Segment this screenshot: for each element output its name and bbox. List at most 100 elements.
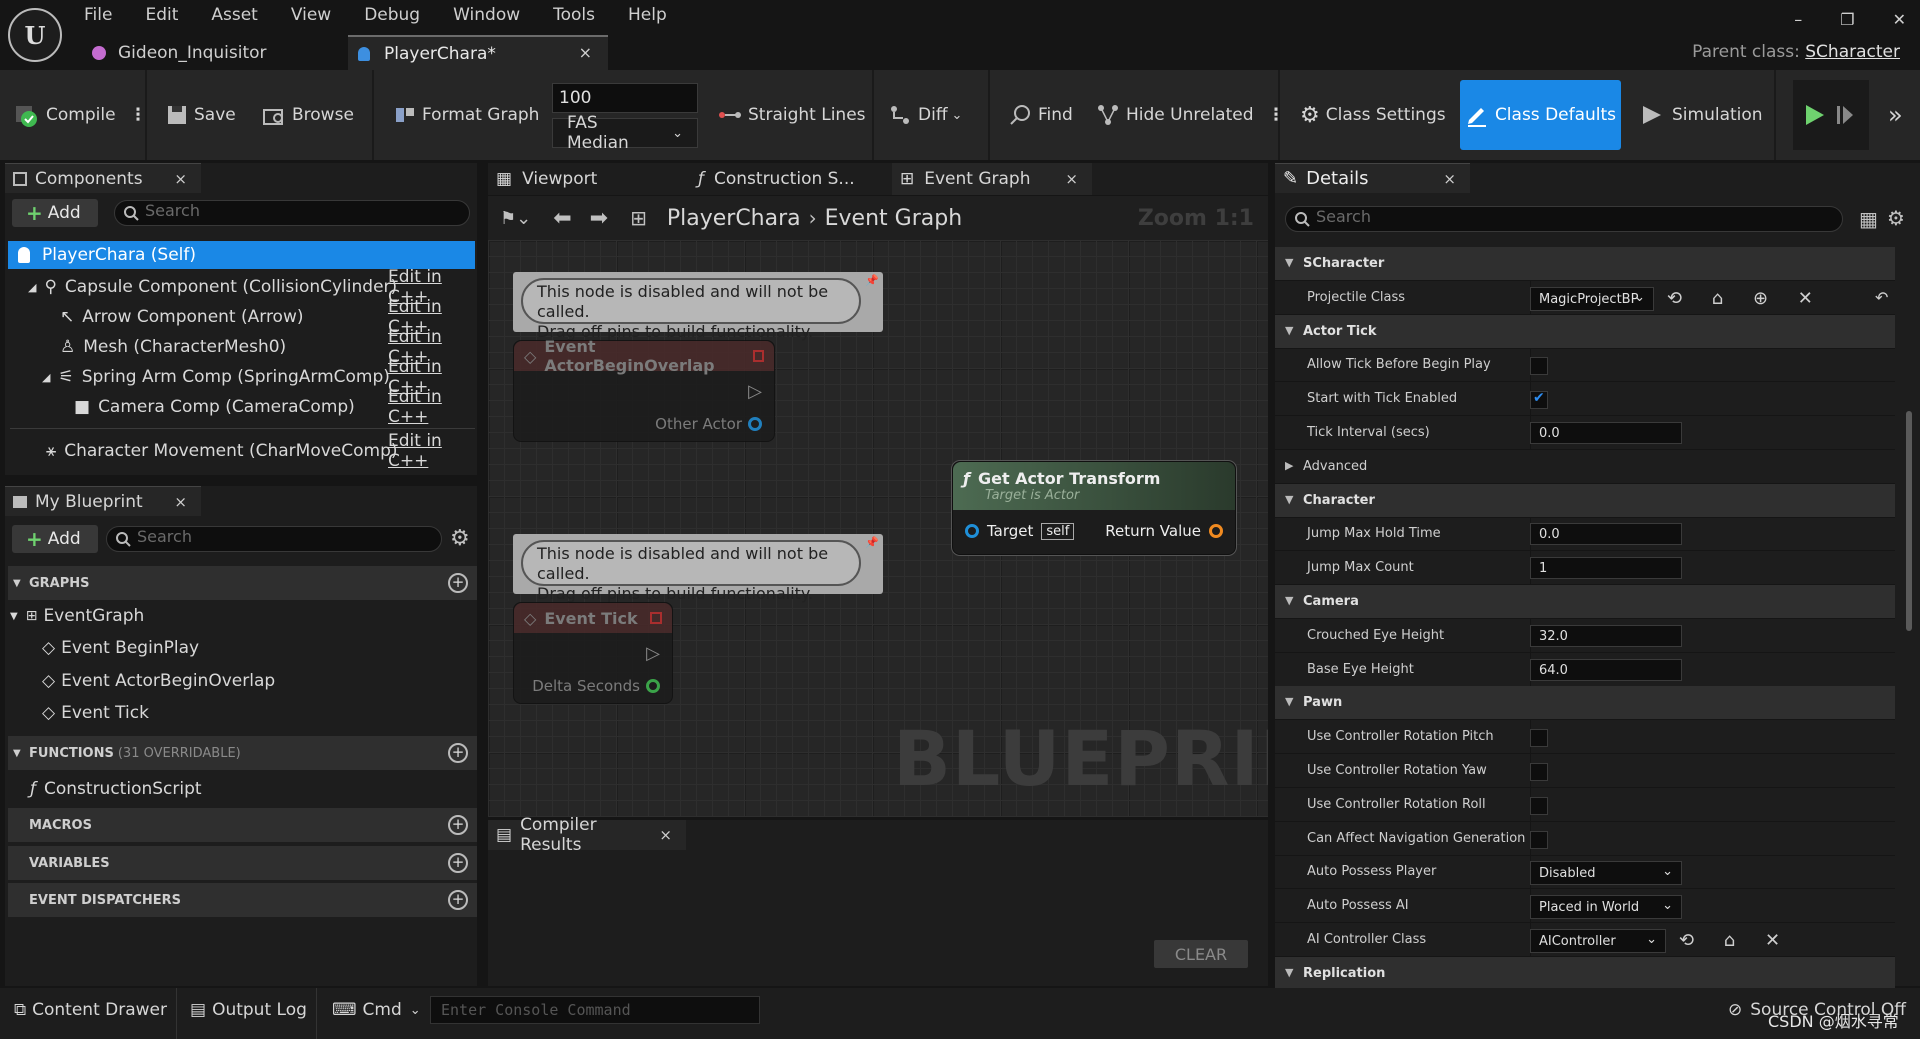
close-tab-icon[interactable]: ×: [1065, 170, 1078, 188]
close-tab-icon[interactable]: ×: [579, 43, 592, 62]
transform-pin-icon[interactable]: [1209, 524, 1223, 538]
details-checkbox[interactable]: [1530, 830, 1548, 849]
section-variables[interactable]: VARIABLES +: [8, 846, 477, 880]
save-button[interactable]: Save: [166, 70, 236, 160]
restore-icon[interactable]: ❐: [1840, 10, 1854, 29]
content-drawer-button[interactable]: ⧉ Content Drawer: [14, 1000, 167, 1020]
tab-project[interactable]: Gideon_Inquisitor: [82, 35, 347, 70]
console-input[interactable]: Enter Console Command: [430, 996, 760, 1024]
details-checkbox[interactable]: [1530, 796, 1548, 815]
zoom-input[interactable]: 100: [552, 83, 698, 113]
find-button[interactable]: Find: [1008, 70, 1073, 160]
details-select[interactable]: MagicProjectBP ⌄: [1530, 286, 1654, 311]
menu-view[interactable]: View: [291, 5, 331, 25]
class-settings-button[interactable]: ⚙ Class Settings: [1300, 70, 1446, 160]
section-macros[interactable]: MACROS +: [8, 808, 477, 842]
exec-pin-icon[interactable]: ▷: [646, 643, 660, 664]
disabled-comment[interactable]: This node is disabled and will not be ca…: [513, 272, 883, 341]
details-value-input[interactable]: 64.0: [1530, 658, 1682, 681]
tab-viewport[interactable]: ▦ Viewport: [488, 163, 688, 195]
breadcrumb-root[interactable]: PlayerChara: [667, 206, 801, 231]
blueprint-search-input[interactable]: Search: [106, 526, 442, 552]
back-arrow-icon[interactable]: ⬅: [553, 206, 571, 231]
details-search-input[interactable]: Search: [1285, 206, 1843, 232]
edit-in-cpp-link[interactable]: Edit in C++: [388, 387, 475, 427]
compile-button[interactable]: Compile ⋮: [14, 70, 147, 160]
compile-options-icon[interactable]: ⋮: [130, 105, 147, 125]
add-graph-icon[interactable]: +: [448, 573, 468, 593]
tab-asset[interactable]: PlayerChara* ×: [348, 35, 608, 70]
event-item[interactable]: ◇ Event BeginPlay: [42, 635, 199, 661]
minimize-icon[interactable]: –: [1794, 10, 1802, 29]
details-select[interactable]: Disabled ⌄: [1530, 861, 1682, 886]
details-tab[interactable]: ✎ Details ×: [1275, 163, 1470, 193]
details-checkbox[interactable]: [1530, 729, 1548, 748]
details-checkbox[interactable]: [1530, 763, 1548, 781]
asset-action-icons[interactable]: ⟲ ⌂ ⊕ ✕: [1667, 288, 1825, 309]
components-search-input[interactable]: Search: [114, 200, 470, 226]
node-event-actor-begin-overlap[interactable]: ◇ Event ActorBeginOverlap ▷ Other Actor: [513, 337, 775, 442]
cmd-select[interactable]: ⌨ Cmd ⌄: [332, 1000, 421, 1020]
details-checkbox[interactable]: [1530, 357, 1548, 376]
object-pin-icon[interactable]: [748, 417, 762, 431]
forward-arrow-icon[interactable]: ➡: [590, 206, 608, 231]
details-category[interactable]: ▼ Character: [1275, 483, 1895, 518]
toolbar-overflow-icon[interactable]: »: [1888, 70, 1903, 160]
diff-button[interactable]: Diff ⌄: [888, 70, 962, 160]
add-function-icon[interactable]: +: [448, 743, 468, 763]
unreal-logo[interactable]: U: [8, 8, 62, 62]
details-scrollbar[interactable]: [1906, 411, 1912, 631]
my-blueprint-tab[interactable]: My Blueprint ×: [5, 486, 201, 516]
details-category[interactable]: ▼ Camera: [1275, 585, 1895, 619]
menu-window[interactable]: Window: [453, 5, 520, 25]
output-log-button[interactable]: ▤ Output Log: [190, 1000, 307, 1020]
class-defaults-button[interactable]: Class Defaults: [1460, 80, 1621, 150]
details-category[interactable]: ▼ Replication: [1275, 956, 1895, 991]
function-item[interactable]: ƒ ConstructionScript: [30, 776, 202, 802]
menu-asset[interactable]: Asset: [211, 5, 257, 25]
section-graphs[interactable]: ▼ GRAPHS +: [8, 566, 477, 600]
menu-debug[interactable]: Debug: [364, 5, 420, 25]
graph-event-graph[interactable]: ▼ ⊞ EventGraph: [10, 603, 144, 629]
menu-help[interactable]: Help: [628, 5, 667, 25]
details-category[interactable]: ▼ Actor Tick: [1275, 314, 1895, 349]
compiler-results-tab[interactable]: ▤ Compiler Results ×: [488, 815, 686, 855]
event-graph-canvas[interactable]: This node is disabled and will not be ca…: [488, 240, 1268, 817]
delegate-pin-icon[interactable]: [650, 612, 662, 624]
section-event-dispatchers[interactable]: EVENT DISPATCHERS +: [8, 883, 477, 917]
play-options-icon[interactable]: [1835, 102, 1855, 128]
hide-unrelated-options-icon[interactable]: ⋮: [1268, 105, 1285, 125]
format-graph-button[interactable]: Format Graph: [394, 70, 539, 160]
components-tab[interactable]: Components ×: [5, 163, 201, 193]
clear-button[interactable]: CLEAR: [1154, 940, 1248, 968]
disabled-comment[interactable]: This node is disabled and will not be ca…: [513, 534, 883, 603]
collapse-arrow-icon[interactable]: ◢: [28, 281, 36, 294]
close-panel-icon[interactable]: ×: [1443, 170, 1456, 188]
details-category[interactable]: ▼ Pawn: [1275, 686, 1895, 721]
section-functions[interactable]: ▼ FUNCTIONS (31 OVERRIDABLE) +: [8, 736, 477, 770]
add-variable-icon[interactable]: +: [448, 853, 468, 873]
simulation-button[interactable]: Simulation: [1640, 70, 1763, 160]
details-select[interactable]: Placed in World ⌄: [1530, 895, 1682, 920]
fas-select[interactable]: FAS Median ⌄: [552, 113, 698, 153]
add-macro-icon[interactable]: +: [448, 815, 468, 835]
close-panel-icon[interactable]: ×: [659, 826, 672, 844]
details-select[interactable]: AIController ⌄: [1530, 929, 1666, 953]
object-pin-icon[interactable]: [965, 524, 979, 538]
gear-icon[interactable]: ⚙: [1887, 206, 1905, 230]
self-field[interactable]: self: [1041, 522, 1075, 540]
component-item[interactable]: ⚹ Character Movement (CharMoveComp) Edit…: [46, 431, 475, 471]
menu-file[interactable]: File: [84, 5, 112, 25]
parent-class-link[interactable]: SCharacter: [1805, 42, 1900, 62]
asset-action-icons[interactable]: ⟲ ⌂ ✕: [1679, 930, 1792, 951]
node-event-tick[interactable]: ◇ Event Tick ▷ Delta Seconds: [513, 602, 673, 704]
collapse-arrow-icon[interactable]: ◢: [42, 371, 50, 384]
close-panel-icon[interactable]: ×: [174, 493, 187, 511]
reset-to-default-icon[interactable]: ↶: [1875, 288, 1900, 307]
menu-edit[interactable]: Edit: [145, 5, 178, 25]
node-get-actor-transform[interactable]: ƒ Get Actor Transform Target is Actor Tar…: [952, 461, 1236, 555]
close-panel-icon[interactable]: ×: [174, 170, 187, 188]
details-value-input[interactable]: 1: [1530, 557, 1682, 580]
details-value-input[interactable]: 32.0: [1530, 624, 1682, 647]
component-item[interactable]: ■ Camera Comp (CameraComp) Edit in C++: [74, 387, 475, 427]
